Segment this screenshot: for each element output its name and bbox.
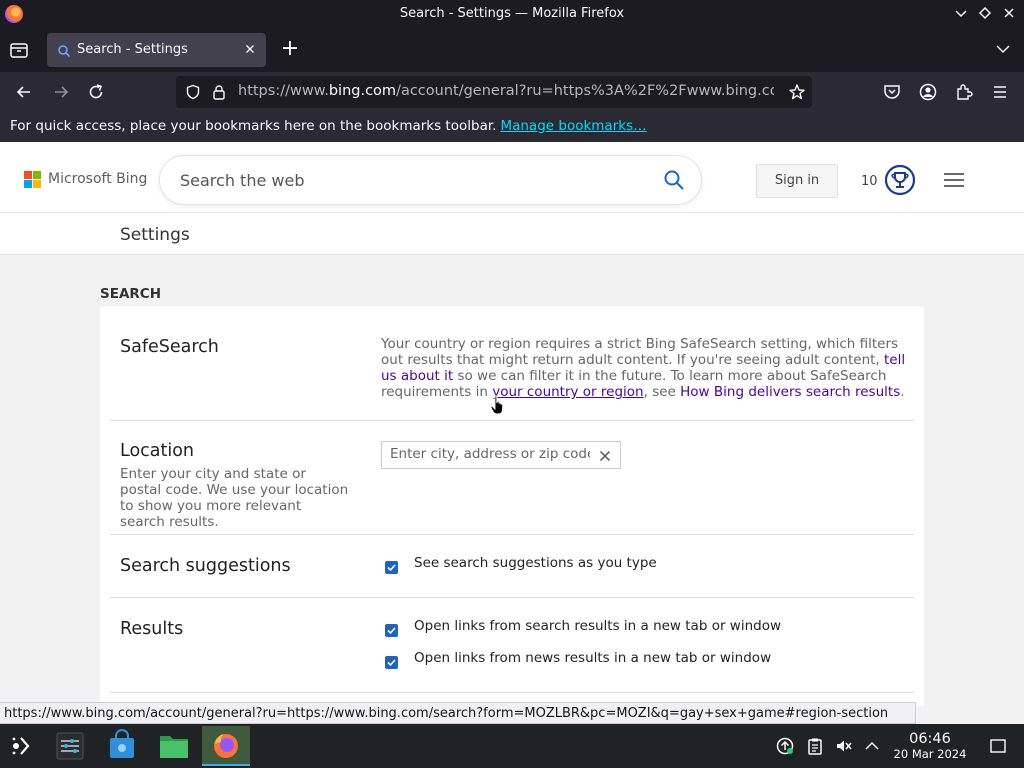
window-titlebar: Search - Settings — Mozilla Firefox [0,0,1024,28]
url-rest: /account/general?ru=https%3A%2F%2Fwww.bi… [396,83,774,99]
safesearch-description: Your country or region requires a strict… [381,336,911,400]
location-description: Enter your city and state or postal code… [120,466,349,530]
search-input[interactable] [180,168,640,192]
rewards-points-count[interactable]: 10 [861,174,878,189]
search-favicon-icon [57,43,71,58]
location-row: Location Enter your city and state or po… [110,421,914,535]
firefox-taskbar-icon[interactable] [202,726,250,766]
safesearch-title: SafeSearch [120,337,219,357]
settings-header: Settings [0,213,1024,255]
tab-search-settings[interactable]: Search - Settings [47,33,266,67]
pocket-icon[interactable] [882,82,902,102]
clock-time[interactable]: 06:46 [892,731,968,747]
account-icon[interactable] [918,82,938,102]
back-arrow-icon[interactable] [14,82,34,102]
navigation-toolbar: https://www.bing.com/account/general?ru=… [0,72,1024,112]
search-settings-card: SafeSearch Your country or region requir… [100,306,924,706]
results-title: Results [120,619,184,639]
results-new-tab-label[interactable]: Open links from search results in a new … [414,618,781,634]
section-title: SEARCH [100,286,161,302]
forward-arrow-icon[interactable] [51,82,71,102]
page-title: Settings [120,225,190,245]
logo-square-red [24,171,32,179]
location-input[interactable] [390,446,590,462]
location-field[interactable] [381,441,621,469]
taskbar [0,724,1024,768]
tab-label: Search - Settings [77,42,188,57]
how-bing-delivers-link[interactable]: How Bing delivers search results [680,384,900,400]
application-launcher-icon[interactable] [0,726,44,766]
hamburger-menu-icon[interactable] [943,172,965,188]
search-box[interactable] [160,156,701,204]
update-notifier-icon[interactable] [776,737,794,755]
logo-square-yellow [33,180,41,188]
clear-location-icon[interactable] [598,448,612,462]
reload-icon[interactable] [86,82,106,102]
search-suggestions-title: Search suggestions [120,556,291,576]
bookmarks-message-text: For quick access, place your bookmarks h… [10,118,497,134]
manage-bookmarks-link[interactable]: Manage bookmarks… [500,118,646,134]
address-bar[interactable]: https://www.bing.com/account/general?ru=… [176,76,812,108]
bookmarks-toolbar: For quick access, place your bookmarks h… [0,112,1024,142]
search-suggestions-row: Search suggestions See search suggestion… [110,535,914,598]
bookmarks-empty-message: For quick access, place your bookmarks h… [10,118,647,134]
rewards-trophy-icon[interactable] [884,164,916,196]
safesearch-row: SafeSearch Your country or region requir… [110,306,914,421]
minimize-icon[interactable] [953,5,969,21]
tab-strip: Search - Settings + [0,28,1024,72]
suggestions-label[interactable]: See search suggestions as you type [414,555,657,571]
firefox-view-icon[interactable] [8,40,30,60]
url-text[interactable]: https://www.bing.com/account/general?ru=… [238,83,774,99]
results-new-tab-checkbox[interactable] [385,624,398,637]
hand-cursor-icon [490,395,506,415]
volume-muted-icon[interactable] [835,737,853,755]
safesearch-text-1: Your country or region requires a strict… [381,336,899,368]
link-status-bar: https://www.bing.com/account/general?ru=… [0,702,916,724]
show-desktop-icon[interactable] [989,737,1007,755]
new-tab-button[interactable]: + [279,38,301,61]
lock-icon[interactable] [212,84,226,100]
system-settings-taskbar-icon[interactable] [48,726,92,766]
logo-text: Microsoft Bing [48,171,148,187]
close-tab-icon[interactable] [242,41,258,57]
show-hidden-icons-chevron-icon[interactable] [863,737,881,755]
app-menu-icon[interactable] [990,82,1010,102]
discover-store-taskbar-icon[interactable] [100,726,144,766]
logo-square-blue [24,180,32,188]
list-all-tabs-icon[interactable] [994,40,1012,58]
bing-header: Microsoft Bing Sign in 10 [0,142,1024,213]
extensions-icon[interactable] [954,82,974,102]
clipboard-icon[interactable] [806,737,824,755]
suggestions-checkbox[interactable] [385,561,398,574]
close-window-icon[interactable] [1001,5,1017,21]
news-new-tab-checkbox[interactable] [385,656,398,669]
news-new-tab-label[interactable]: Open links from news results in a new ta… [414,650,771,666]
country-region-link[interactable]: your country or region [492,384,643,400]
bookmark-star-icon[interactable] [788,83,806,101]
safesearch-text-3: , see [643,384,681,400]
safesearch-text-4: . [900,384,905,400]
clock-date[interactable]: 20 Mar 2024 [886,747,974,761]
window-title: Search - Settings — Mozilla Firefox [399,6,625,21]
results-row: Results Open links from search results i… [110,598,914,693]
url-prefix: https://www. [238,83,329,99]
file-manager-taskbar-icon[interactable] [152,726,196,766]
location-title: Location [120,441,195,461]
search-icon[interactable] [663,169,685,191]
sign-in-button[interactable]: Sign in [756,164,838,198]
tracking-protection-shield-icon[interactable] [185,84,201,100]
logo-square-green [33,171,41,179]
url-domain: bing.com [328,83,397,99]
maximize-icon[interactable] [977,5,993,21]
